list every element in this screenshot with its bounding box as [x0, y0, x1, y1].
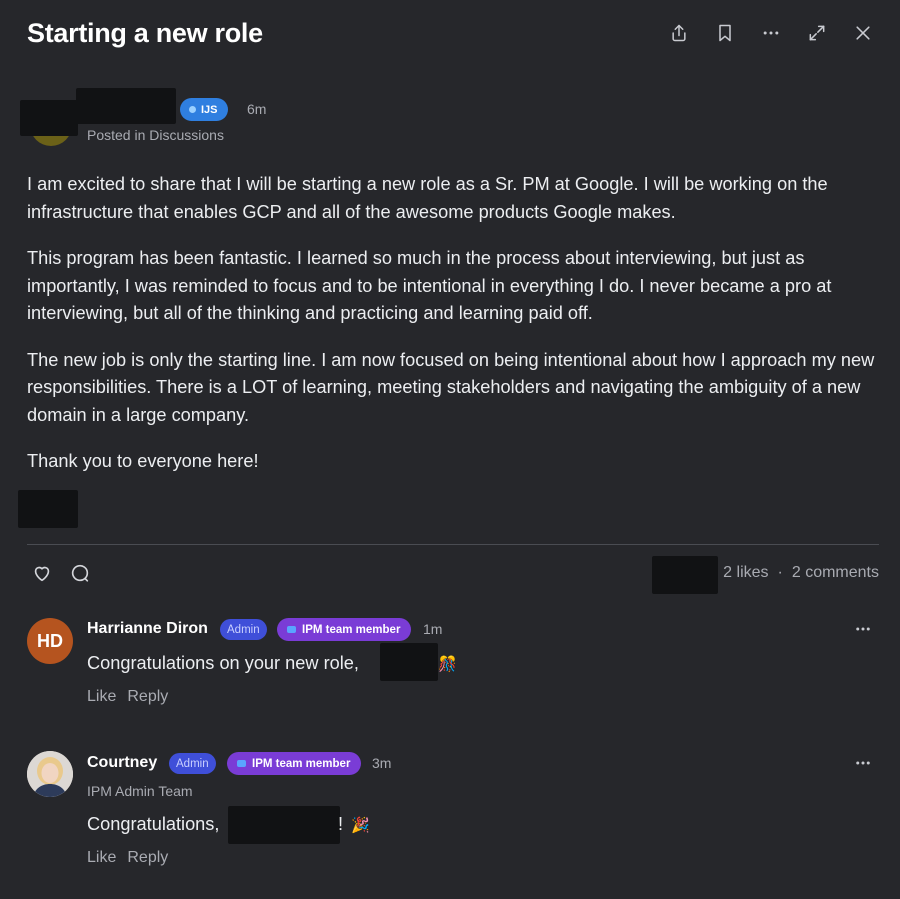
post-stats: 2 likes · 2 comments — [723, 564, 879, 582]
post-body: I am excited to share that I will be sta… — [27, 171, 883, 495]
redacted-signature — [18, 490, 78, 528]
redacted-block — [20, 100, 78, 136]
comment-text: Congratulations on your new role, — [87, 653, 359, 673]
more-icon[interactable] — [854, 620, 872, 638]
comment-actions: Like Reply — [87, 688, 168, 706]
party-popper-icon: 🎉 — [351, 817, 370, 834]
comment-text: Congratulations, — [87, 814, 220, 834]
gem-icon — [237, 760, 246, 767]
reply-button[interactable]: Reply — [127, 688, 168, 706]
redacted-author-name — [76, 88, 176, 124]
team-tag: IPM team member — [227, 752, 362, 775]
comment-timestamp: 1m — [423, 621, 443, 637]
author-badge-label: IJS — [201, 103, 218, 116]
close-icon[interactable] — [850, 20, 876, 46]
bookmark-icon[interactable] — [712, 20, 738, 46]
posted-in-label[interactable]: Posted in Discussions — [87, 127, 224, 143]
author-badge: IJS — [180, 98, 228, 121]
comment-text-suffix: ! — [338, 814, 344, 834]
team-tag-label: IPM team member — [302, 623, 401, 636]
admin-tag: Admin — [169, 753, 216, 774]
more-icon[interactable] — [758, 20, 784, 46]
redacted-mention — [228, 806, 340, 844]
like-button[interactable]: Like — [87, 849, 116, 867]
comment-actions: Like Reply — [87, 849, 168, 867]
comment-author-subtitle: IPM Admin Team — [87, 783, 193, 799]
comment-icon[interactable] — [69, 562, 93, 586]
redacted-likers — [652, 556, 718, 594]
profile-photo-icon — [27, 751, 73, 797]
post-paragraph: I am excited to share that I will be sta… — [27, 174, 828, 222]
post-paragraph: The new job is only the starting line. I… — [27, 349, 875, 425]
redacted-mention — [380, 643, 438, 681]
expand-icon[interactable] — [804, 20, 830, 46]
share-icon[interactable] — [666, 20, 692, 46]
reply-button[interactable]: Reply — [127, 849, 168, 867]
avatar[interactable]: HD — [27, 618, 73, 664]
stats-separator: · — [777, 564, 783, 581]
comment-author[interactable]: Harrianne Diron — [87, 620, 208, 638]
divider — [27, 544, 879, 545]
comments-count[interactable]: 2 comments — [792, 564, 879, 582]
avatar[interactable] — [27, 751, 73, 797]
post-paragraph: This program has been fantastic. I learn… — [27, 248, 832, 323]
badge-dot-icon — [189, 106, 196, 113]
gem-icon — [287, 626, 296, 633]
team-tag-label: IPM team member — [252, 757, 351, 770]
confetti-icon: 🎊 — [438, 656, 457, 673]
like-button[interactable]: Like — [87, 688, 116, 706]
comment-author[interactable]: Courtney — [87, 754, 157, 772]
post-paragraph: Thank you to everyone here! — [27, 451, 259, 471]
post-modal: Starting a new role IJS 6m Posted in Dis… — [0, 0, 900, 899]
post-title: Starting a new role — [27, 18, 263, 48]
post-timestamp: 6m — [247, 101, 267, 117]
more-icon[interactable] — [854, 754, 872, 772]
heart-icon[interactable] — [31, 562, 55, 586]
comment-timestamp: 3m — [372, 755, 392, 771]
admin-tag: Admin — [220, 619, 267, 640]
team-tag: IPM team member — [277, 618, 412, 641]
likes-count[interactable]: 2 likes — [723, 564, 768, 582]
header-actions — [666, 20, 876, 46]
